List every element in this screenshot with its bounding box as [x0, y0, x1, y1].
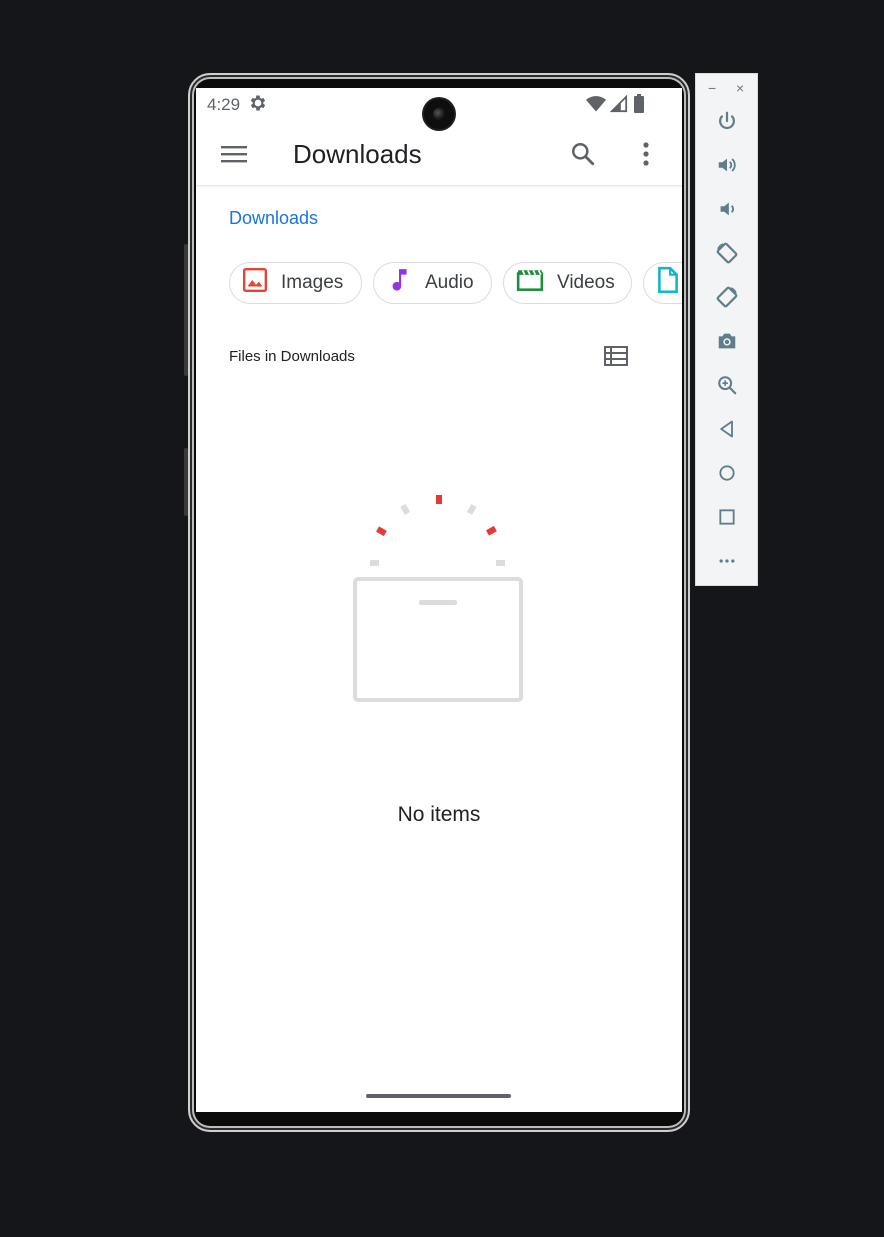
list-view-icon[interactable] [600, 340, 632, 372]
phone-side-button [184, 244, 188, 376]
more-vert-icon[interactable] [628, 135, 664, 173]
empty-state-message: No items [397, 803, 481, 826]
section-title: Files in Downloads [229, 348, 355, 365]
zoom-icon[interactable] [712, 370, 742, 400]
rotate-left-icon[interactable] [712, 238, 742, 268]
page-title: Downloads [293, 139, 422, 169]
wifi-icon [586, 95, 606, 118]
music-note-icon [386, 267, 412, 299]
back-icon[interactable] [712, 414, 742, 444]
chip-videos[interactable]: Videos [503, 262, 632, 304]
device-screen: 4:29 Downloads Downloads Images Audio Vi… [196, 88, 682, 1112]
home-icon[interactable] [712, 458, 742, 488]
status-time: 4:29 [207, 95, 241, 114]
breadcrumb[interactable]: Downloads [229, 208, 318, 229]
search-icon[interactable] [564, 135, 602, 173]
more-horiz-icon[interactable] [712, 546, 742, 576]
cell-signal-icon [609, 94, 628, 118]
settings-gear-icon [248, 93, 268, 118]
battery-icon [632, 94, 646, 119]
overview-icon[interactable] [712, 502, 742, 532]
emulator-side-panel: − × [695, 73, 758, 586]
rotate-right-icon[interactable] [712, 282, 742, 312]
minimize-button[interactable]: − [708, 80, 716, 96]
filter-chips: Images Audio Videos [229, 262, 682, 304]
camera-icon[interactable] [712, 326, 742, 356]
close-button[interactable]: × [736, 80, 744, 96]
power-icon[interactable] [712, 106, 742, 136]
chip-label: Videos [557, 272, 615, 293]
chip-label: Images [281, 272, 344, 293]
chip-images[interactable]: Images [229, 262, 362, 304]
chip-audio[interactable]: Audio [373, 262, 492, 304]
movie-icon [516, 267, 544, 299]
app-bar: Downloads [196, 122, 682, 186]
image-icon [242, 267, 268, 299]
emulator-stage: 4:29 Downloads Downloads Images Audio Vi… [0, 0, 884, 1237]
volume-up-icon[interactable] [712, 150, 742, 180]
phone-side-button [184, 448, 188, 516]
volume-down-icon[interactable] [712, 194, 742, 224]
home-indicator[interactable] [366, 1094, 511, 1098]
empty-box-icon [346, 488, 536, 708]
document-icon [656, 266, 680, 300]
status-icons [586, 94, 646, 119]
chip-documents[interactable] [643, 262, 682, 304]
chip-label: Audio [425, 272, 474, 293]
hamburger-menu-icon[interactable] [214, 136, 254, 172]
